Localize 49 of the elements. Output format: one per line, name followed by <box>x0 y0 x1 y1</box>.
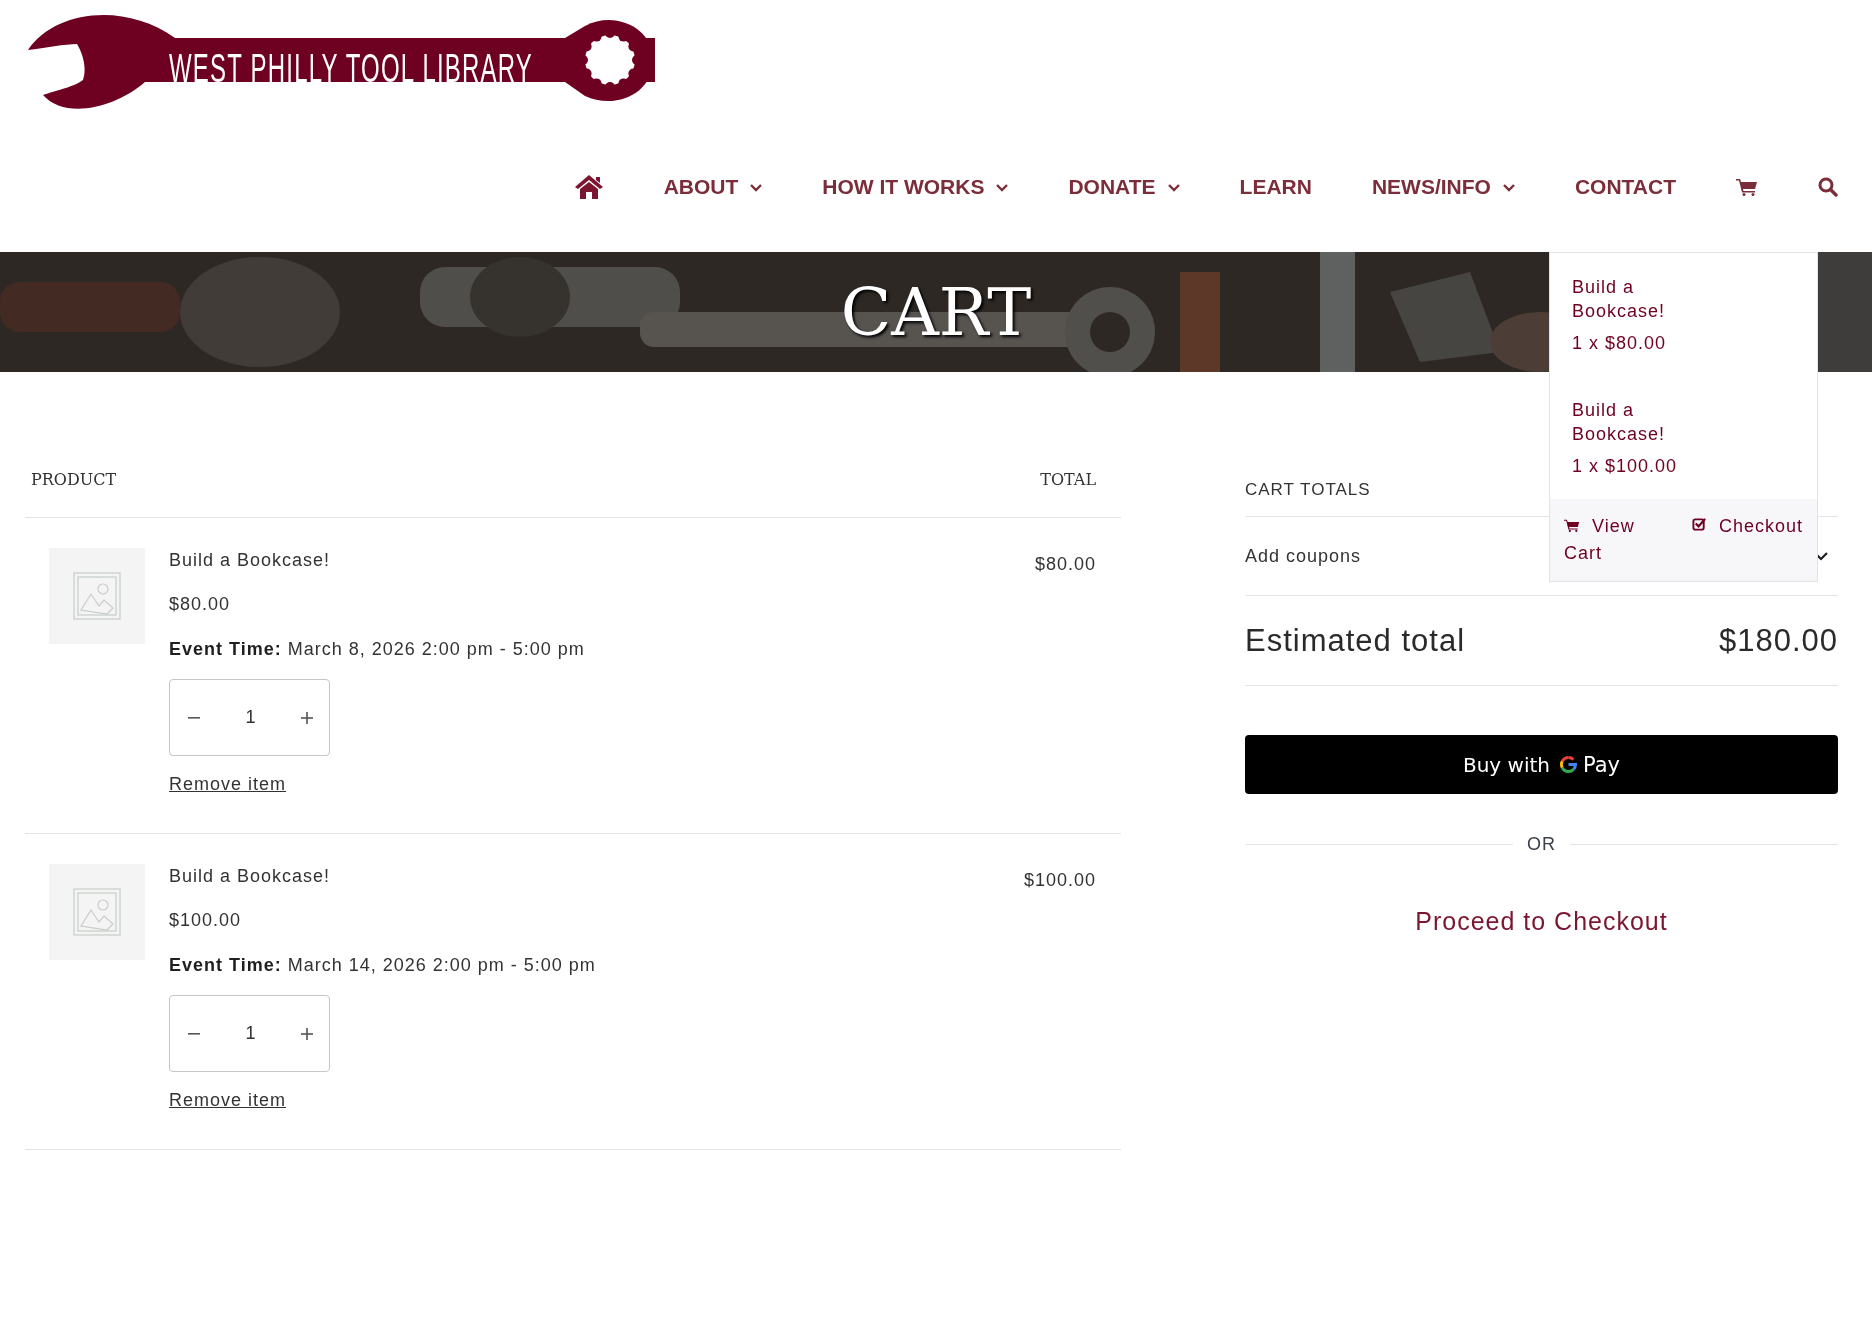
or-separator-text: OR <box>1527 834 1556 855</box>
minus-icon[interactable] <box>188 1032 200 1035</box>
quantity-stepper[interactable]: 1 <box>169 995 330 1072</box>
checkbox-checked-icon <box>1691 517 1707 532</box>
event-time: Event Time: March 8, 2026 2:00 pm - 5:00 pm <box>169 638 585 661</box>
quantity-value: 1 <box>245 1023 256 1044</box>
estimated-total-label: Estimated total <box>1245 622 1466 659</box>
plus-icon[interactable] <box>301 711 313 724</box>
nav-link[interactable]: ABOUT <box>663 175 763 199</box>
nav-link[interactable]: NEWS/INFO <box>1371 175 1515 199</box>
remove-item-link[interactable]: Remove item <box>169 774 287 795</box>
quantity-value: 1 <box>245 707 256 728</box>
plus-icon[interactable] <box>301 1027 313 1040</box>
column-header: PRODUCT <box>31 470 117 489</box>
google-pay-button[interactable]: Buy with Pay <box>1245 735 1838 794</box>
chevron-down-icon <box>1167 184 1180 192</box>
product-name: Build a Bookcase! <box>169 865 331 888</box>
cart-icon[interactable] <box>1736 178 1758 196</box>
chevron-down-icon <box>750 184 763 192</box>
page-title: CART <box>840 273 1032 351</box>
home-icon[interactable] <box>573 174 604 200</box>
proceed-to-checkout-link[interactable]: Proceed to Checkout <box>1415 907 1668 936</box>
chevron-down-icon <box>996 184 1009 192</box>
mini-cart-item-link[interactable]: Build a Bookcase! <box>1572 275 1682 323</box>
mini-cart-item-link[interactable]: Build a Bookcase! <box>1572 398 1682 446</box>
nav-link[interactable]: CONTACT <box>1574 175 1676 199</box>
g-logo-icon <box>1558 754 1579 775</box>
event-time: Event Time: March 14, 2026 2:00 pm - 5:00 pm <box>169 954 596 977</box>
nav-link[interactable]: DONATE <box>1068 175 1180 199</box>
product-price: $80.00 <box>169 593 231 616</box>
line-total: $100.00 <box>1023 870 1096 892</box>
image-placeholder-icon <box>73 572 121 620</box>
remove-item-link[interactable]: Remove item <box>169 1090 287 1111</box>
search-icon[interactable] <box>1818 177 1838 197</box>
cart-icon <box>1564 519 1580 532</box>
column-header: TOTAL <box>1040 470 1096 489</box>
image-placeholder-icon <box>73 888 121 936</box>
product-name: Build a Bookcase! <box>169 549 331 572</box>
mini-cart-item-price: 1 x $80.00 <box>1572 333 1668 354</box>
line-total: $80.00 <box>1034 554 1096 576</box>
product-price: $100.00 <box>169 909 242 932</box>
logo-text: WEST PHILLY TOOL LIBRARY <box>169 48 534 88</box>
estimated-total-value: $180.00 <box>1718 622 1838 659</box>
nav-link[interactable]: LEARN <box>1239 175 1312 199</box>
chevron-down-icon <box>1502 184 1515 192</box>
quantity-stepper[interactable]: 1 <box>169 679 330 756</box>
nav-link[interactable]: HOW IT WORKS <box>822 175 1009 199</box>
minus-icon[interactable] <box>188 716 200 719</box>
add-coupons-toggle[interactable]: Add coupons <box>1245 545 1362 567</box>
